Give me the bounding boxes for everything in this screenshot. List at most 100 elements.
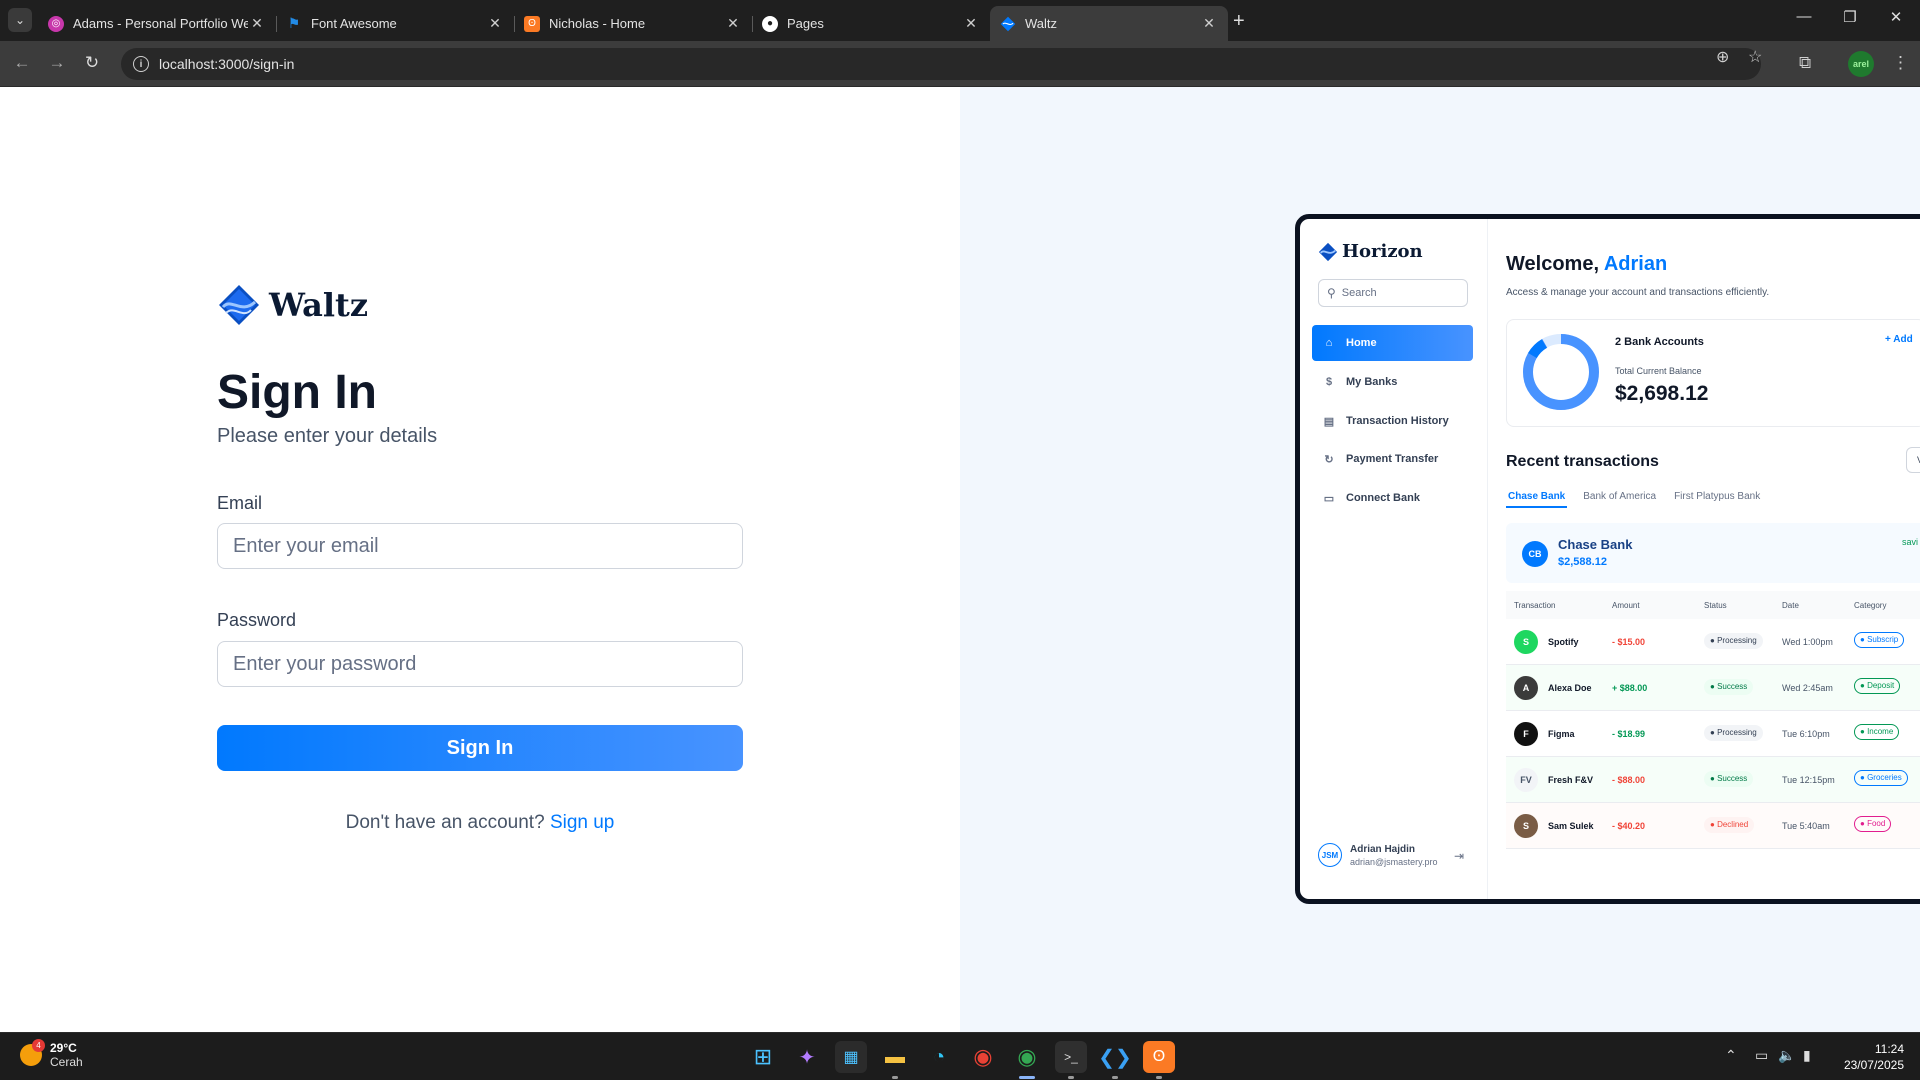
- tab-title: Nicholas - Home: [549, 16, 646, 31]
- preview-nav-label: Transaction History: [1346, 415, 1449, 427]
- copilot-icon[interactable]: ✦: [791, 1041, 823, 1073]
- sign-up-link[interactable]: Sign up: [550, 812, 614, 833]
- preview-user-name: Adrian Hajdin: [1350, 843, 1416, 855]
- category-text: Income: [1867, 727, 1894, 736]
- avatar: FV: [1514, 768, 1538, 792]
- xampp-icon: ʘ: [524, 15, 540, 32]
- brand-name: Waltz: [269, 286, 368, 324]
- tab-search-button[interactable]: ⌄: [8, 8, 32, 32]
- weather-sun-icon: 4: [20, 1039, 45, 1066]
- transaction-name: Alexa Doe: [1548, 683, 1592, 693]
- close-tab-icon[interactable]: ✕: [486, 15, 504, 32]
- address-bar[interactable]: i localhost:3000/sign-in: [121, 48, 1761, 80]
- new-tab-button[interactable]: +: [1233, 10, 1245, 33]
- preview-balance-card: 2 Bank Accounts Total Current Balance $2…: [1506, 319, 1920, 427]
- preview-main: Welcome, Adrian Access & manage your acc…: [1506, 219, 1920, 899]
- connect-bank-icon: ▭: [1323, 492, 1335, 505]
- bookmark-star-icon[interactable]: ☆: [1748, 47, 1762, 67]
- email-field[interactable]: [217, 523, 743, 569]
- network-icon[interactable]: ▭: [1755, 1047, 1768, 1064]
- preview-nav-connect-bank: ▭ Connect Bank: [1312, 480, 1473, 516]
- store-icon[interactable]: ▦: [835, 1041, 867, 1073]
- menu-kebab-icon[interactable]: ⋮: [1892, 53, 1909, 73]
- status-text: Processing: [1717, 636, 1757, 645]
- status-badge: ● Processing: [1704, 725, 1763, 741]
- preview-panel: Horizon ⚲ Search ⌂ Home $ My Banks ▤ Tra…: [960, 87, 1920, 1032]
- restore-button[interactable]: ❐: [1827, 8, 1873, 26]
- chevron-up-icon[interactable]: ⌃: [1725, 1047, 1737, 1064]
- transaction-date: Tue 5:40am: [1782, 821, 1830, 831]
- close-tab-icon[interactable]: ✕: [724, 15, 742, 32]
- chrome-profile-icon[interactable]: ◉: [1011, 1041, 1043, 1079]
- xampp-icon[interactable]: ʘ: [1143, 1041, 1175, 1079]
- password-field[interactable]: [217, 641, 743, 687]
- preview-nav-payment-transfer: ↻ Payment Transfer: [1312, 441, 1473, 477]
- auth-panel: Waltz Sign In Please enter your details …: [0, 87, 960, 1032]
- terminal-icon[interactable]: >_: [1055, 1041, 1087, 1079]
- column-header: Transaction: [1514, 601, 1556, 610]
- battery-icon[interactable]: ▮: [1803, 1047, 1811, 1064]
- back-icon[interactable]: ←: [10, 53, 34, 73]
- transaction-amount: - $88.00: [1612, 775, 1646, 785]
- minimize-button[interactable]: —: [1781, 8, 1827, 25]
- status-text: Declined: [1717, 820, 1749, 829]
- transaction-name: Sam Sulek: [1548, 821, 1594, 831]
- extensions-icon[interactable]: ⧉: [1799, 53, 1811, 73]
- chrome-icon[interactable]: ◉: [967, 1041, 999, 1073]
- table-row: S Sam Sulek - $40.20 ● Declined Tue 5:40am ● …: [1506, 803, 1920, 849]
- bank-amount: $2,588.12: [1558, 556, 1607, 568]
- tab-waltz[interactable]: Waltz ✕: [990, 6, 1228, 41]
- weather-condition: Cerah: [50, 1055, 83, 1069]
- table-row: FV Fresh F&V - $88.00 ● Success Tue 12:15pm ●…: [1506, 757, 1920, 803]
- url-text[interactable]: localhost:3000/sign-in: [159, 56, 294, 72]
- preview-user-email: adrian@jsmastery.pro: [1350, 856, 1438, 867]
- transaction-date: Tue 12:15pm: [1782, 775, 1835, 785]
- balance-doughnut-chart: [1523, 334, 1599, 410]
- search-icon: ⚲: [1327, 286, 1336, 300]
- zoom-icon[interactable]: ⊕: [1716, 47, 1729, 67]
- bank-initials: CB: [1522, 541, 1548, 567]
- edge-icon[interactable]: ◔: [923, 1041, 955, 1073]
- bank-name: Chase Bank: [1558, 537, 1633, 552]
- profile-avatar[interactable]: arel: [1848, 51, 1874, 77]
- tab-font-awesome[interactable]: ⚑ Font Awesome ✕: [276, 6, 514, 41]
- transaction-date: Wed 1:00pm: [1782, 637, 1833, 647]
- browser-tab-strip: ⌄ ◎ Adams - Personal Portfolio Web ✕ ⚑ F…: [0, 0, 1920, 41]
- forward-icon[interactable]: →: [45, 53, 69, 73]
- preview-nav-home: ⌂ Home: [1312, 325, 1473, 361]
- tab-title: Waltz: [1025, 16, 1058, 31]
- file-explorer-icon[interactable]: ▬: [879, 1041, 911, 1079]
- column-header: Status: [1704, 601, 1727, 610]
- preview-balance: $2,698.12: [1615, 382, 1709, 405]
- close-window-button[interactable]: ✕: [1873, 8, 1919, 26]
- reload-icon[interactable]: ↻: [80, 53, 104, 73]
- github-icon: ●: [762, 15, 778, 32]
- password-label: Password: [217, 610, 297, 630]
- sign-in-button[interactable]: Sign In: [217, 725, 743, 771]
- tab-nicholas[interactable]: ʘ Nicholas - Home ✕: [514, 6, 752, 41]
- receipt-icon: ▤: [1323, 415, 1335, 428]
- category-text: Groceries: [1867, 773, 1902, 782]
- start-menu-icon[interactable]: ⊞: [747, 1041, 779, 1073]
- preview-bank-tab: Chase Bank: [1506, 491, 1568, 508]
- avatar: F: [1514, 722, 1538, 746]
- vscode-icon[interactable]: ❮❯: [1098, 1041, 1132, 1079]
- signup-prompt-text: Don't have an account?: [345, 812, 545, 833]
- weather-widget[interactable]: 4 29°C Cerah: [20, 1039, 83, 1069]
- volume-muted-icon[interactable]: 🔈: [1778, 1047, 1795, 1064]
- tab-pages[interactable]: ● Pages ✕: [752, 6, 990, 41]
- system-clock[interactable]: 11:24 23/07/2025: [1834, 1041, 1904, 1073]
- preview-nav-my-banks: $ My Banks: [1312, 364, 1473, 400]
- weather-badge: 4: [32, 1039, 45, 1052]
- category-badge: ● Income: [1854, 724, 1900, 740]
- close-tab-icon[interactable]: ✕: [1200, 15, 1218, 32]
- flag-icon: ⚑: [287, 15, 301, 31]
- site-info-icon[interactable]: i: [133, 56, 149, 72]
- logout-icon: ⇥: [1454, 849, 1465, 863]
- tab-portfolio[interactable]: ◎ Adams - Personal Portfolio Web ✕: [38, 6, 276, 41]
- close-tab-icon[interactable]: ✕: [962, 15, 980, 32]
- brand[interactable]: Waltz: [217, 283, 368, 327]
- preview-table-header: Transaction Amount Status Date Category: [1506, 591, 1920, 619]
- close-tab-icon[interactable]: ✕: [248, 15, 266, 32]
- preview-bank-summary: CB Chase Bank $2,588.12 savi: [1506, 523, 1920, 583]
